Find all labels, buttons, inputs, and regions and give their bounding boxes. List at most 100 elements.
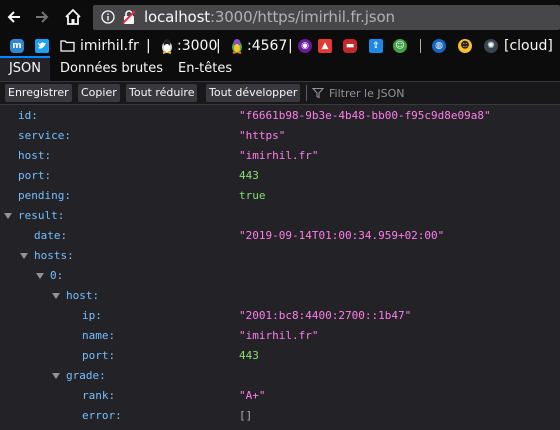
- expand-arrow-icon[interactable]: [36, 273, 44, 279]
- bookmark-divider: [420, 39, 421, 53]
- json-value: "imirhil.fr": [239, 329, 319, 342]
- bookmark-separator: |: [288, 37, 293, 54]
- bookmark-separator: |: [216, 37, 221, 54]
- url-bar[interactable]: localhost:3000/https/imirhil.fr.json: [93, 5, 560, 30]
- folder-icon: [60, 40, 75, 52]
- tab-headers[interactable]: En-têtes: [170, 56, 240, 81]
- json-value: "A+": [239, 389, 266, 402]
- bookmarks-toolbar: m imirhil.fr | :3000 | :4567 | ◉ ▲ ▬ ⇪ ☺…: [0, 35, 560, 56]
- bookmark-planet[interactable]: ◍: [432, 35, 446, 56]
- json-row-service[interactable]: service: "https": [0, 126, 560, 146]
- url-path: :3000/https/imirhil.fr.json: [209, 8, 395, 26]
- json-row-ip[interactable]: ip: "2001:bc8:4400:2700::1b47": [0, 306, 560, 326]
- filter-json-input[interactable]: [324, 86, 529, 100]
- bookmark-vpn[interactable]: ◉: [298, 35, 312, 56]
- bookmark-localhost-3000[interactable]: :3000: [160, 35, 217, 56]
- tux-icon: [162, 38, 172, 54]
- json-row-rank[interactable]: rank: "A+": [0, 386, 560, 406]
- back-button[interactable]: [3, 6, 25, 28]
- json-value: true: [239, 189, 266, 202]
- json-key: 0:: [50, 269, 64, 282]
- bookmark-person[interactable]: ☺: [393, 35, 407, 56]
- bookmark-label: :3000: [177, 37, 218, 54]
- expand-arrow-icon[interactable]: [20, 253, 28, 259]
- json-row-grade[interactable]: grade:: [0, 366, 560, 386]
- json-row-id[interactable]: id: "f6661b98-9b3e-4b48-bb00-f95c9d8e09a…: [0, 106, 560, 126]
- json-row-hosts-0[interactable]: 0:: [0, 266, 560, 286]
- filter-box: [312, 84, 529, 102]
- json-key: ip:: [82, 309, 102, 322]
- json-row-result[interactable]: result:: [0, 206, 560, 226]
- bookmark-folder-imirhil[interactable]: imirhil.fr: [60, 35, 139, 56]
- json-row-host-object[interactable]: host:: [0, 286, 560, 306]
- insecure-lock-icon[interactable]: [121, 9, 137, 25]
- json-key: id:: [18, 109, 38, 122]
- json-key: date:: [34, 229, 68, 242]
- toolbar-divider: [306, 85, 307, 101]
- tab-raw-data[interactable]: Données brutes: [52, 56, 171, 81]
- json-key: error:: [82, 409, 122, 422]
- json-value: "f6661b98-9b3e-4b48-bb00-f95c9d8e09a8": [239, 109, 491, 122]
- url-text[interactable]: localhost:3000/https/imirhil.fr.json: [144, 8, 395, 26]
- json-value: 443: [239, 169, 259, 182]
- alert-triangle-icon: ▲: [318, 38, 332, 53]
- bookmark-localhost-4567[interactable]: :4567: [230, 35, 287, 56]
- car-icon: ▬: [343, 38, 357, 53]
- forward-button[interactable]: [31, 6, 53, 28]
- json-key: hosts:: [34, 249, 74, 262]
- bookmark-alert[interactable]: ▲: [318, 35, 332, 56]
- json-row-host-port[interactable]: port: 443: [0, 346, 560, 366]
- mascot-icon: ☻: [458, 38, 472, 53]
- vpn-icon: ◉: [298, 38, 312, 53]
- bookmark-mascot[interactable]: ☻: [458, 35, 472, 56]
- json-row-port[interactable]: port: 443: [0, 166, 560, 186]
- bookmark-label: :4567: [247, 37, 288, 54]
- json-value: "https": [239, 129, 286, 142]
- json-key: name:: [82, 329, 116, 342]
- json-value: []: [239, 409, 253, 422]
- expand-arrow-icon[interactable]: [52, 373, 60, 379]
- json-row-host[interactable]: host: "imirhil.fr": [0, 146, 560, 166]
- bookmark-network[interactable]: ✺: [484, 35, 498, 56]
- json-row-name[interactable]: name: "imirhil.fr": [0, 326, 560, 346]
- twitter-icon: [35, 38, 49, 53]
- tab-json[interactable]: JSON: [0, 56, 50, 81]
- expand-arrow-icon[interactable]: [52, 293, 60, 299]
- bookmark-car[interactable]: ▬: [343, 35, 357, 56]
- bookmark-twitter[interactable]: [35, 35, 49, 56]
- json-key: host:: [18, 149, 52, 162]
- home-icon: [65, 8, 81, 25]
- filter-icon: [312, 87, 324, 99]
- back-arrow-icon: [7, 11, 20, 23]
- home-button[interactable]: [62, 6, 84, 28]
- json-value: "2001:bc8:4400:2700::1b47": [239, 309, 412, 322]
- json-row-date[interactable]: date: "2019-09-14T01:00:34.959+02:00": [0, 226, 560, 246]
- bookmark-label: imirhil.fr: [80, 37, 139, 54]
- json-key: port:: [18, 169, 52, 182]
- network-icon: ✺: [484, 38, 498, 53]
- info-icon[interactable]: [100, 9, 116, 25]
- collapse-all-button[interactable]: Tout réduire: [126, 84, 198, 102]
- json-key: grade:: [66, 369, 106, 382]
- json-key: pending:: [18, 189, 71, 202]
- save-button[interactable]: Enregistrer: [5, 84, 72, 102]
- copy-button[interactable]: Copier: [78, 84, 120, 102]
- json-value: 443: [239, 349, 259, 362]
- bookmark-label: [cloud]: [504, 37, 553, 54]
- json-row-hosts[interactable]: hosts:: [0, 246, 560, 266]
- json-row-error[interactable]: error: []: [0, 406, 560, 426]
- expand-arrow-icon[interactable]: [4, 213, 12, 219]
- cart-icon: ⇪: [369, 38, 383, 53]
- bookmark-cloud[interactable]: [cloud]: [504, 35, 553, 56]
- bookmark-cart[interactable]: ⇪: [369, 35, 383, 56]
- forward-arrow-icon: [36, 11, 49, 23]
- expand-all-button[interactable]: Tout développer: [206, 84, 301, 102]
- url-host: localhost: [144, 8, 210, 26]
- json-toolbar: Enregistrer Copier Tout réduire Tout dév…: [0, 82, 560, 105]
- bookmark-mastodon[interactable]: m: [10, 35, 24, 56]
- json-row-pending[interactable]: pending: true: [0, 186, 560, 206]
- json-key: port:: [82, 349, 116, 362]
- bookmark-separator: |: [146, 37, 151, 54]
- json-key: rank:: [82, 389, 116, 402]
- json-value: "2019-09-14T01:00:34.959+02:00": [239, 229, 445, 242]
